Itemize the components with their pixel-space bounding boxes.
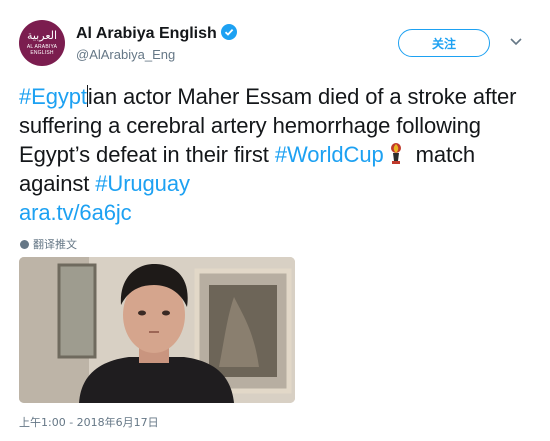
translate-tweet-link[interactable]: 翻译推文 [20,236,77,252]
tweet-media-photo[interactable] [19,257,295,403]
verified-badge-icon [220,24,237,40]
avatar-arabic-text: العربية [26,29,58,42]
globe-icon [20,239,29,249]
avatar-english-text: AL ARABIYA ENGLISH [26,44,58,56]
tweet-timestamp[interactable]: 上午1:00 - 2018年6月17日 [19,414,159,430]
world-cup-trophy-icon [390,143,401,164]
account-handle[interactable]: @AlArabiya_Eng [76,47,175,62]
hashtag-uruguay[interactable]: #Uruguay [95,171,190,196]
follow-button[interactable]: 关注 [398,29,490,57]
hashtag-egypt[interactable]: #Egypt [19,84,87,109]
photo-of-man [19,257,295,403]
account-name-row[interactable]: Al Arabiya English [76,24,237,43]
avatar[interactable]: العربية AL ARABIYA ENGLISH [19,20,65,66]
chevron-down-icon[interactable] [508,36,524,48]
tweet-text: #Egyptian actor Maher Essam died of a st… [19,82,529,227]
hashtag-worldcup[interactable]: #WorldCup [275,142,384,167]
translate-label: 翻译推文 [33,238,77,251]
tweet-link[interactable]: ara.tv/6a6jc [19,200,132,225]
account-name[interactable]: Al Arabiya English [76,25,217,42]
